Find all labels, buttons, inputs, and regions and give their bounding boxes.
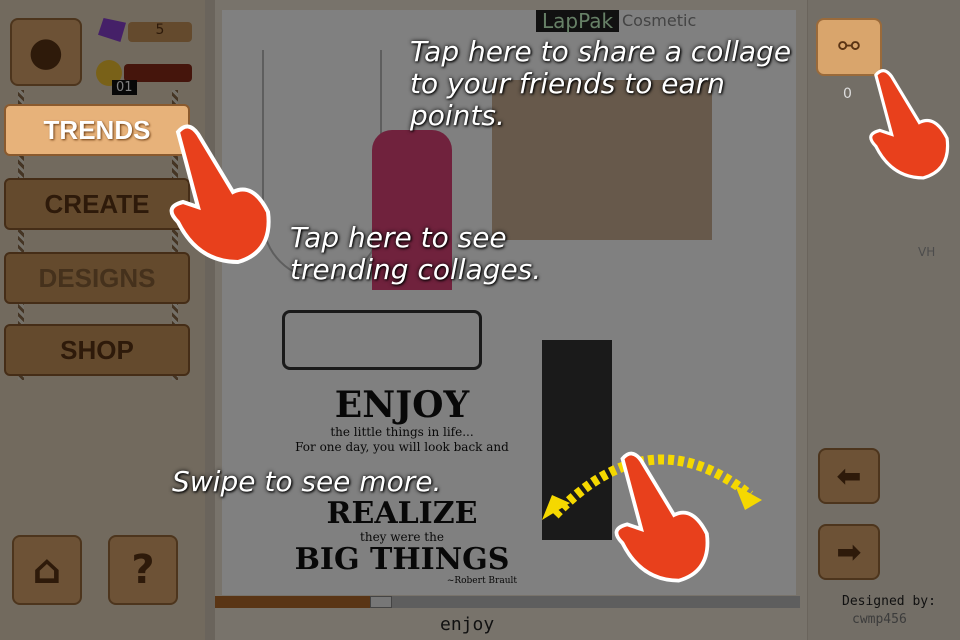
profile-button[interactable]: ● [10,18,82,86]
pointing-hand-icon [869,69,950,180]
swipe-hand-icon [614,451,710,583]
home-button[interactable]: ⌂ [12,535,82,605]
quote-line: REALIZE [326,496,478,531]
side-label: VH [918,245,936,259]
user-icon: ● [28,29,64,75]
quote-line: For one day, you will look back and [295,440,509,454]
coin-counter: 01 [112,80,137,95]
designer-name[interactable]: cwmp456 [852,612,907,627]
tip-trends: Tap here to see trending collages. [290,221,542,286]
designed-by-label: Designed by: [842,594,936,609]
next-button[interactable]: ➡ [818,524,880,580]
menu-shop[interactable]: SHOP [4,324,190,376]
gem-counter: 5 [128,22,192,42]
collage-title: enjoy [440,614,495,635]
quote-line: BIG THINGS [294,542,510,577]
quote-line: ~Robert Brault [446,576,517,586]
scroll-progress [215,596,370,608]
scroll-thumb[interactable] [370,596,392,608]
quote-text-bottom: REALIZE they were the BIG THINGS ~Robert… [287,498,517,587]
previous-button[interactable]: ⬅ [818,448,880,504]
share-icon: ⚯ [838,32,860,62]
tip-swipe: Swipe to see more. [172,465,442,498]
tip-share: Tap here to share a collage to your frie… [410,35,792,132]
brand-subtitle: Cosmetic [622,11,697,30]
pointing-hand-icon [169,124,271,265]
scrollbar[interactable] [215,596,800,608]
help-button[interactable]: ? [108,535,178,605]
quote-line: the little things in life... [330,425,474,439]
quote-text-top: ENJOY the little things in life... For o… [287,385,517,455]
quote-line: ENJOY [334,384,470,426]
brand-logo: LapPak [536,10,620,32]
share-count: 0 [843,86,852,102]
mugs-image [282,310,482,370]
